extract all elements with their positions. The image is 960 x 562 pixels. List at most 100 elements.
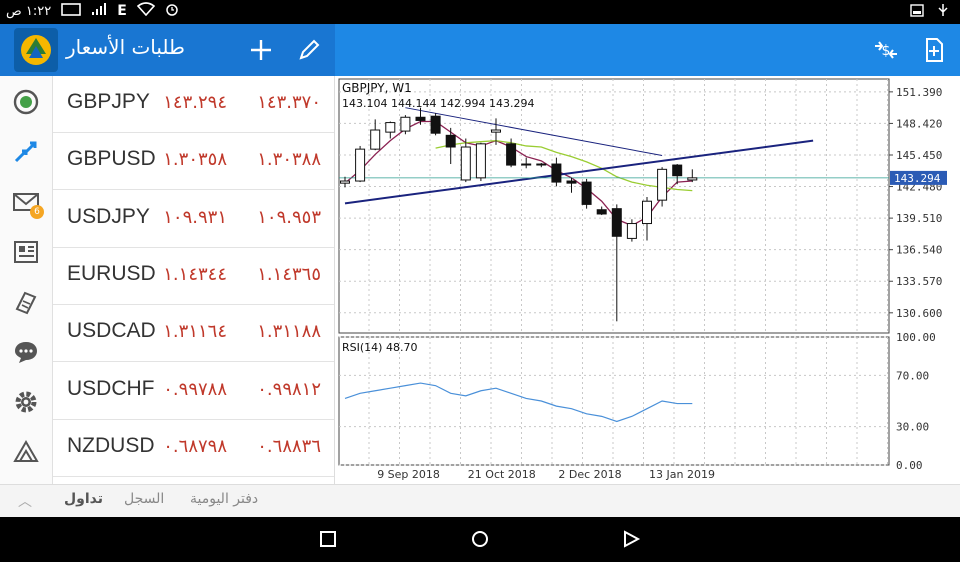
candle-bull	[340, 180, 350, 184]
status-time: ١:٢٢ ص	[6, 3, 52, 19]
candle-bull	[385, 122, 396, 133]
quote-row[interactable]: GBPJPY ١٤٣.٢٩٤ ١٤٣.٣٧٠	[53, 76, 334, 133]
quote-bid: ١.٣١١٦٤	[163, 321, 227, 343]
quote-row[interactable]: EURUSD ١.١٤٣٤٤ ١.١٤٣٦٥	[53, 248, 334, 305]
metatrader-icon	[13, 440, 39, 462]
quote-bid: ٠.٦٨٧٩٨	[163, 435, 227, 457]
candle-bull	[370, 129, 381, 150]
tab-history[interactable]: السجل	[124, 491, 164, 507]
quote-ask: ١٤٣.٣٧٠	[257, 92, 321, 113]
quote-ask: ١.١٤٣٦٥	[257, 263, 321, 285]
rsi-tick-label: 100.00	[896, 331, 936, 344]
system-nav-bar	[0, 517, 960, 562]
quote-row[interactable]: GBPUSD ١.٣٠٣٥٨ ١.٣٠٣٨٨	[53, 133, 334, 191]
quote-symbol: USDCAD	[67, 319, 156, 343]
candle-bear	[672, 164, 683, 177]
page-title: طلبات الأسعار	[66, 35, 185, 59]
network-type: E	[117, 3, 127, 19]
nav-sidebar: 6	[0, 76, 53, 484]
journal-icon	[15, 291, 37, 315]
quotes-list: GBPJPY ١٤٣.٢٩٤ ١٤٣.٣٧٠ GBPUSD ١.٣٠٣٥٨ ١.٣٠٣٨٨…	[53, 76, 335, 484]
quote-symbol: USDJPY	[67, 204, 150, 228]
x-tick-label: 2 Dec 2018	[558, 468, 621, 481]
candle-bear	[415, 116, 426, 121]
bottom-tabs: ︿ تداول السجل دفتر اليومية	[0, 484, 960, 517]
sidebar-item-mail[interactable]: 6	[0, 176, 53, 226]
rsi-tick-label: 30.00	[896, 421, 929, 434]
candle-bear	[445, 134, 456, 148]
candle-bull	[642, 200, 652, 225]
recents-square-icon[interactable]	[318, 529, 338, 553]
x-tick-label: 13 Jan 2019	[649, 468, 715, 481]
quote-bid: ١٤٣.٢٩٤	[163, 92, 227, 113]
quote-symbol: EURUSD	[67, 261, 156, 285]
chevron-up-icon[interactable]: ︿	[18, 491, 32, 511]
home-circle-icon[interactable]	[470, 529, 490, 553]
usb-icon	[936, 3, 950, 21]
image-icon	[910, 3, 924, 21]
svg-text:$: $	[882, 43, 891, 59]
candle-bear	[566, 180, 577, 184]
y-tick-label: 139.510	[896, 212, 942, 225]
candle-bear	[506, 143, 517, 166]
quotes-icon	[13, 89, 39, 115]
y-tick-label: 133.570	[896, 275, 942, 288]
sidebar-item-settings[interactable]	[0, 376, 53, 426]
quote-symbol: NZDUSD	[67, 433, 155, 457]
quote-row[interactable]: USDCAD ١.٣١١٦٤ ١.٣١١٨٨	[53, 305, 334, 363]
candle-bull	[475, 143, 486, 179]
chat-icon	[15, 342, 37, 363]
y-tick-label: 151.390	[896, 86, 942, 99]
trade-arrows-icon	[14, 141, 37, 163]
rsi-header: RSI(14) 48.70	[342, 341, 417, 354]
quote-row[interactable]: NZDUSD ٠.٦٨٧٩٨ ٠.٦٨٨٣٦	[53, 420, 334, 477]
add-document-icon[interactable]	[918, 34, 950, 66]
chart-panel[interactable]: 151.390 148.420 145.450 142.480 139.510 136.5…	[335, 76, 960, 484]
quote-bid: ١.١٤٣٤٤	[163, 263, 227, 285]
status-left: ١:٢٢ ص E	[6, 2, 179, 20]
chart-svg[interactable]: 151.390148.420145.450142.480139.510136.5…	[335, 76, 960, 484]
signal-icon	[91, 2, 107, 20]
x-tick-label: 9 Sep 2018	[377, 468, 440, 481]
tab-trade[interactable]: تداول	[64, 491, 103, 507]
tab-journal[interactable]: دفتر اليومية	[190, 491, 258, 507]
candle-bear	[430, 115, 441, 134]
news-icon	[14, 241, 38, 263]
quote-bid: ٠.٩٩٧٨٨	[163, 378, 227, 400]
candle-bull	[400, 116, 411, 132]
app-bar: طلبات الأسعار $	[0, 24, 960, 76]
status-bar: ١:٢٢ ص E	[0, 0, 960, 24]
quote-ask: ١٠٩.٩٥٣	[257, 206, 321, 228]
sidebar-item-quotes[interactable]	[0, 76, 53, 126]
quote-row[interactable]: USDJPY ١٠٩.٩٣١ ١٠٩.٩٥٣	[53, 191, 334, 248]
quote-ask: ٠.٩٩٨١٢	[257, 378, 321, 400]
quote-symbol: GBPUSD	[67, 147, 156, 171]
back-triangle-icon[interactable]	[621, 529, 641, 553]
candle-bear	[551, 163, 562, 183]
wifi-icon	[136, 2, 155, 20]
quote-symbol: USDCHF	[67, 376, 155, 400]
chart-header: GBPJPY, W1	[342, 81, 412, 95]
sidebar-item-news[interactable]	[0, 226, 53, 276]
sidebar-item-trade[interactable]	[0, 126, 53, 176]
sidebar-item-metatrader[interactable]	[0, 426, 53, 476]
status-right	[910, 3, 950, 21]
metatrader-logo-icon[interactable]	[14, 28, 58, 72]
candle-bull	[521, 163, 532, 166]
quotes-toolbar: طلبات الأسعار	[0, 24, 335, 76]
pencil-icon[interactable]	[293, 34, 325, 66]
plus-icon[interactable]	[245, 34, 277, 66]
sidebar-item-chat[interactable]	[0, 326, 53, 376]
quote-symbol: GBPJPY	[67, 90, 150, 113]
candle-bull	[355, 148, 366, 182]
settings-icon	[15, 391, 37, 413]
quote-row[interactable]: USDCHF ٠.٩٩٧٨٨ ٠.٩٩٨١٢	[53, 363, 334, 420]
candle-bull	[657, 168, 668, 201]
y-tick-label: 145.450	[896, 149, 942, 162]
candle-bull	[536, 163, 547, 166]
candle-bear	[581, 181, 592, 205]
mail-badge: 6	[30, 205, 44, 219]
y-tick-label: 130.600	[896, 307, 942, 320]
sidebar-item-journal[interactable]	[0, 276, 53, 326]
currency-swap-icon[interactable]: $	[870, 34, 902, 66]
